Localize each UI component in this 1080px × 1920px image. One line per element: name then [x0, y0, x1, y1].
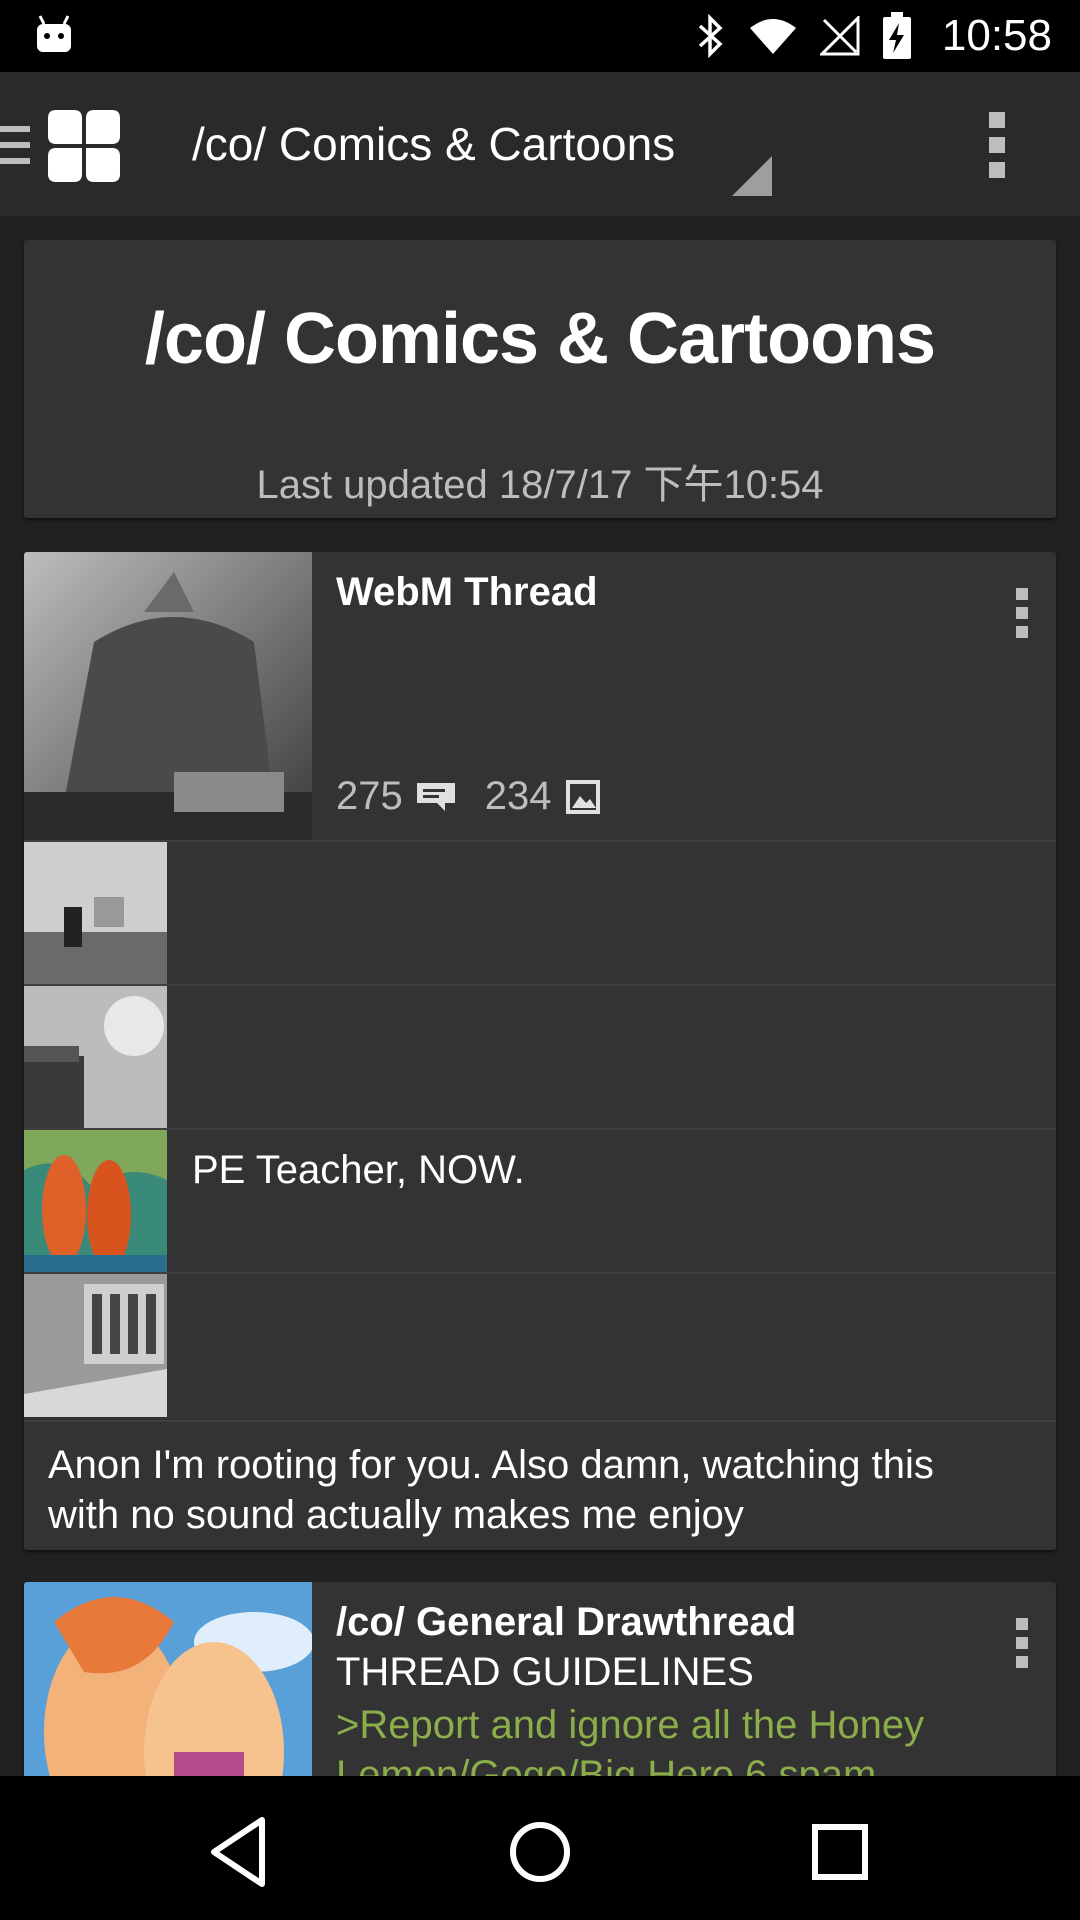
thread-greentext: >Report and ignore all the Honey Lemon/G…	[336, 1703, 925, 1776]
reply-preview-row[interactable]: PE Teacher, NOW.	[24, 1128, 1056, 1273]
reply-thumbnail[interactable]	[24, 1274, 167, 1417]
status-bar: 10:58	[0, 0, 1080, 72]
thread-overflow-icon[interactable]	[1014, 1618, 1032, 1668]
bluetooth-icon	[698, 14, 723, 58]
navigation-bar	[0, 1776, 1080, 1920]
last-updated-text: Last updated 18/7/17 下午10:54	[256, 463, 824, 507]
hamburger-icon[interactable]	[0, 122, 30, 168]
status-icons: 10:58	[696, 0, 1052, 72]
back-icon[interactable]	[200, 1812, 280, 1892]
image-icon	[565, 779, 600, 814]
thread-title: WebM Thread	[336, 570, 598, 614]
reply-preview-row[interactable]	[24, 1272, 1056, 1417]
thread-stats: 275 234	[336, 774, 630, 819]
reply-preview-text: PE Teacher, NOW.	[192, 1148, 525, 1192]
board-selector-dropdown[interactable]: /co/ Comics & Cartoons	[192, 112, 772, 196]
battery-charging-icon	[882, 12, 911, 59]
overflow-menu-icon[interactable]	[982, 112, 1012, 178]
thread-card[interactable]: /co/ General Drawthread THREAD GUIDELINE…	[24, 1582, 1056, 1776]
reply-thumbnail[interactable]	[24, 986, 167, 1129]
thread-subtitle: THREAD GUIDELINES	[336, 1650, 754, 1694]
status-time: 10:58	[941, 11, 1052, 60]
last-reply-preview[interactable]: Anon I'm rooting for you. Also damn, wat…	[24, 1420, 1056, 1550]
thread-catalog[interactable]: /co/ Comics & Cartoons Last updated 18/7…	[0, 216, 1080, 1776]
thread-title: /co/ General Drawthread	[336, 1600, 797, 1644]
app-logo-icon[interactable]	[46, 108, 122, 184]
recents-icon[interactable]	[800, 1812, 880, 1892]
reply-preview-row[interactable]	[24, 840, 1056, 985]
image-count: 234	[484, 774, 552, 818]
board-heading: /co/ Comics & Cartoons	[144, 299, 936, 379]
last-reply-text: Anon I'm rooting for you. Also damn, wat…	[48, 1443, 934, 1537]
app-toolbar: /co/ Comics & Cartoons	[0, 72, 1080, 216]
home-icon[interactable]	[500, 1812, 580, 1892]
no-signal-icon	[819, 16, 860, 56]
board-selector-label: /co/ Comics & Cartoons	[192, 118, 676, 170]
thread-card[interactable]: WebM Thread 275 234 PE Teacher, NOW. Ano…	[24, 552, 1056, 1550]
thread-overflow-icon[interactable]	[1014, 588, 1032, 638]
reply-thumbnail[interactable]	[24, 1130, 167, 1273]
reply-count: 275	[336, 774, 403, 818]
android-notification-icon	[37, 15, 71, 52]
reply-preview-row[interactable]	[24, 984, 1056, 1129]
board-header-card: /co/ Comics & Cartoons Last updated 18/7…	[24, 240, 1056, 518]
wifi-icon	[749, 19, 796, 54]
reply-thumbnail[interactable]	[24, 842, 167, 985]
thread-thumbnail[interactable]	[24, 1582, 312, 1776]
dropdown-triangle-icon	[732, 156, 772, 196]
replies-icon	[416, 782, 455, 811]
thread-thumbnail[interactable]	[24, 552, 312, 840]
